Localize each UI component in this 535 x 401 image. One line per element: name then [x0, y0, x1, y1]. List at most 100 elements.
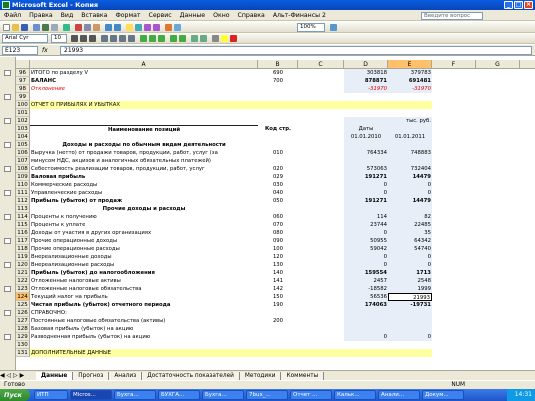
save-icon[interactable] [21, 24, 28, 31]
cell-b[interactable]: 142 [258, 285, 298, 293]
row-header[interactable]: 123 [16, 285, 30, 293]
spelling-icon[interactable] [63, 24, 70, 31]
undo-icon[interactable] [105, 24, 112, 31]
increase-decimal-icon[interactable] [170, 35, 177, 42]
cell-a[interactable]: Разводненная прибыль (убыток) на акцию [30, 333, 258, 341]
menu-edit[interactable]: Правка [25, 10, 57, 21]
cell-d[interactable]: 01.01.2010 [344, 133, 388, 141]
cell-a[interactable]: Базовая прибыль (убыток) на акцию [30, 325, 258, 333]
outline-toggle[interactable] [4, 142, 11, 148]
cell-e[interactable]: 14479 [388, 197, 432, 205]
cell-e[interactable]: 21993 [388, 293, 432, 301]
row-header[interactable]: 119 [16, 253, 30, 261]
row-header[interactable]: 118 [16, 245, 30, 253]
align-right-icon[interactable] [119, 35, 126, 42]
drawing-icon[interactable] [174, 24, 181, 31]
cell-e[interactable]: 54740 [388, 245, 432, 253]
font-color-icon[interactable] [230, 35, 237, 42]
font-size-select[interactable]: 10 [51, 34, 67, 43]
select-all-corner[interactable] [16, 60, 30, 69]
column-header-b[interactable]: B [258, 60, 298, 69]
cell-d[interactable]: 191271 [344, 173, 388, 181]
cell-e[interactable]: 732404 [388, 165, 432, 173]
cell-a[interactable]: ДОПОЛНИТЕЛЬНЫЕ ДАННЫЕ [30, 349, 258, 357]
open-icon[interactable] [12, 24, 19, 31]
row-header[interactable]: 115 [16, 221, 30, 229]
bold-icon[interactable] [71, 35, 78, 42]
row-header[interactable]: 112 [16, 197, 30, 205]
font-name-select[interactable]: Arial Cyr [2, 34, 48, 43]
decrease-decimal-icon[interactable] [179, 35, 186, 42]
row-header[interactable]: 105 [16, 141, 30, 149]
cell-e[interactable]: 1713 [388, 269, 432, 277]
taskbar-item[interactable]: Докум... [422, 390, 464, 400]
column-header-f[interactable]: F [432, 60, 476, 69]
column-header-d[interactable]: D [344, 60, 388, 69]
menu-file[interactable]: Файл [0, 10, 25, 21]
menu-tools[interactable]: Сервис [145, 10, 176, 21]
row-header[interactable]: 96 [16, 69, 30, 77]
cell-d[interactable]: 0 [344, 181, 388, 189]
cell-a[interactable]: Отложенные налоговые активы [30, 277, 258, 285]
row-header[interactable]: 109 [16, 173, 30, 181]
cell-a[interactable]: Управленческие расходы [30, 189, 258, 197]
permission-icon[interactable] [33, 24, 40, 31]
cell-e[interactable]: 748883 [388, 149, 432, 157]
cell-a[interactable]: СПРАВОЧНО: [30, 309, 258, 317]
menu-help[interactable]: Справка [234, 10, 269, 21]
menu-insert[interactable]: Вставка [77, 10, 111, 21]
row-header[interactable]: 122 [16, 277, 30, 285]
cell-b[interactable]: 700 [258, 77, 298, 85]
cell-e[interactable]: 1999 [388, 285, 432, 293]
taskbar-item[interactable]: Бухга... [114, 390, 156, 400]
cell-d[interactable]: 50955 [344, 237, 388, 245]
cell-d[interactable]: 0 [344, 261, 388, 269]
cut-icon[interactable] [75, 24, 82, 31]
column-header-a[interactable]: A [30, 60, 258, 69]
cell-e[interactable]: -19731 [388, 301, 432, 309]
row-header[interactable]: 99 [16, 93, 30, 101]
cell-e[interactable]: 691481 [388, 77, 432, 85]
cell-d[interactable]: 114 [344, 213, 388, 221]
cell-b[interactable]: 200 [258, 317, 298, 325]
cell-e[interactable]: тыс. руб. [388, 117, 432, 125]
outline-toggle[interactable] [4, 94, 11, 100]
cell-b[interactable]: 070 [258, 221, 298, 229]
cell-a[interactable]: Прочие операционные расходы [30, 245, 258, 253]
menu-format[interactable]: Формат [111, 10, 144, 21]
outline-toggle[interactable] [4, 286, 11, 292]
row-header[interactable]: 103 [16, 125, 30, 133]
align-left-icon[interactable] [101, 35, 108, 42]
row-header[interactable]: 121 [16, 269, 30, 277]
borders-icon[interactable] [212, 35, 219, 42]
cell-e[interactable]: 0 [388, 181, 432, 189]
cell-d[interactable]: 56536 [344, 293, 388, 301]
cell-e[interactable]: 0 [388, 189, 432, 197]
cell-d[interactable]: 2457 [344, 277, 388, 285]
taskbar-item[interactable]: Анали... [378, 390, 420, 400]
cell-b[interactable]: 130 [258, 261, 298, 269]
outline-toggle[interactable] [4, 70, 11, 76]
outline-toggle[interactable] [4, 334, 11, 340]
cell-b[interactable]: 030 [258, 181, 298, 189]
cell-b[interactable]: Код стр. [258, 125, 298, 133]
row-header[interactable]: 110 [16, 181, 30, 189]
cell-b[interactable]: 010 [258, 149, 298, 157]
cell-a[interactable]: минусом НДС, акцизов и аналогичных обяза… [30, 157, 258, 165]
start-button[interactable]: Пуск [0, 389, 30, 401]
cell-b[interactable]: 040 [258, 189, 298, 197]
taskbar-item[interactable]: ИТП [34, 390, 68, 400]
column-header-e[interactable]: E [388, 60, 432, 69]
cell-b[interactable]: 190 [258, 301, 298, 309]
row-header[interactable]: 117 [16, 237, 30, 245]
percent-icon[interactable] [149, 35, 156, 42]
cell-d[interactable]: 0 [344, 253, 388, 261]
row-header[interactable]: 126 [16, 309, 30, 317]
cell-b[interactable]: 690 [258, 69, 298, 77]
row-header[interactable]: 108 [16, 165, 30, 173]
indent-icon[interactable] [191, 35, 198, 42]
row-header[interactable]: 113 [16, 205, 30, 213]
row-header[interactable]: 120 [16, 261, 30, 269]
row-header[interactable]: 100 [16, 101, 30, 109]
cell-a[interactable]: Доходы и расходы по обычным видам деятел… [30, 141, 258, 149]
